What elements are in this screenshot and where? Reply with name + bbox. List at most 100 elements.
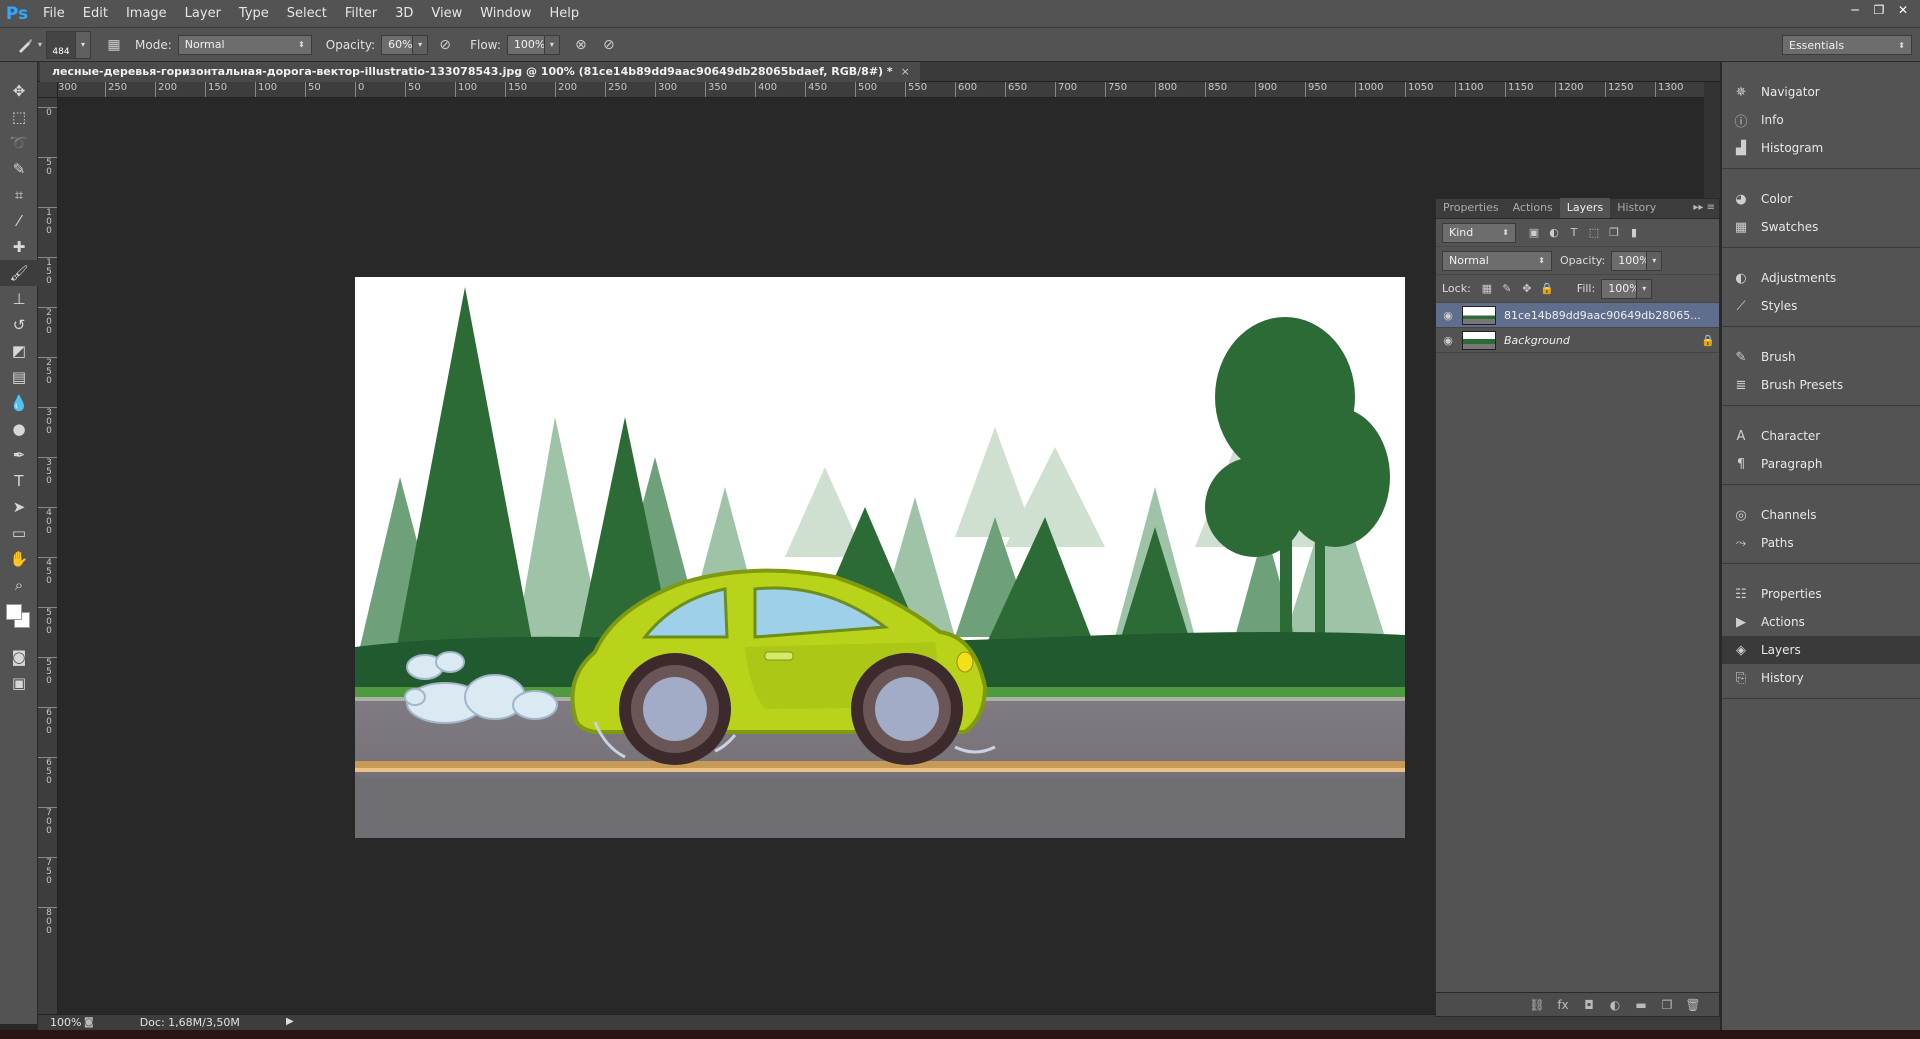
menu-file[interactable]: File (34, 0, 74, 28)
workspace-switcher[interactable]: Essentials ⬍ (1782, 35, 1912, 55)
rectangle-tool-icon[interactable]: ▭ (0, 520, 38, 546)
eye-icon[interactable]: ◉ (1436, 309, 1460, 322)
flow-field[interactable]: 100% (506, 34, 545, 55)
fill-dropdown[interactable]: ▾ (1636, 278, 1653, 299)
filter-smart-object-icon[interactable]: ❐ (1604, 223, 1624, 243)
filter-shape-icon[interactable]: ⬚ (1584, 223, 1604, 243)
zoom-level[interactable]: 100% (38, 1016, 84, 1029)
zoom-tool-icon[interactable]: ⌕ (0, 572, 38, 598)
dock-item-adjustments[interactable]: ◐ Adjustments (1722, 264, 1920, 292)
healing-brush-tool-icon[interactable]: ✚ (0, 234, 38, 260)
type-tool-icon[interactable]: T (0, 468, 38, 494)
menu-edit[interactable]: Edit (74, 0, 117, 28)
pen-tool-icon[interactable]: ✒ (0, 442, 38, 468)
layer-name[interactable]: 81ce14b89dd9aac90649db28065... (1504, 309, 1719, 322)
menu-3d[interactable]: 3D (386, 0, 422, 28)
dock-item-brush-presets[interactable]: ≣ Brush Presets (1722, 371, 1920, 399)
dock-item-swatches[interactable]: ▦ Swatches (1722, 213, 1920, 241)
quick-selection-tool-icon[interactable]: ✎ (0, 156, 38, 182)
fill-field[interactable]: 100% (1601, 278, 1640, 299)
eraser-tool-icon[interactable]: ◩ (0, 338, 38, 364)
clone-stamp-tool-icon[interactable]: ⊥ (0, 286, 38, 312)
dock-item-history[interactable]: ⎘ History (1722, 664, 1920, 692)
adjustment-layer-icon[interactable]: ◐ (1605, 995, 1625, 1015)
menu-help[interactable]: Help (541, 0, 589, 28)
filter-adjustment-icon[interactable]: ◐ (1544, 223, 1564, 243)
brush-panel-toggle-icon[interactable]: ▦ (103, 34, 125, 56)
lock-position-icon[interactable]: ✥ (1517, 279, 1537, 299)
lock-transparent-icon[interactable]: ▦ (1477, 279, 1497, 299)
pressure-opacity-icon[interactable]: ⊘ (434, 34, 456, 56)
brush-tool-preset-icon[interactable] (14, 34, 36, 56)
layer-row-top[interactable]: ◉ 81ce14b89dd9aac90649db28065... (1436, 303, 1719, 328)
path-selection-tool-icon[interactable]: ➤ (0, 494, 38, 520)
dock-item-paragraph[interactable]: ¶ Paragraph (1722, 450, 1920, 478)
blur-tool-icon[interactable]: 💧 (0, 390, 38, 416)
trash-icon[interactable]: 🗑 (1683, 995, 1703, 1015)
blend-mode-select[interactable]: Normal ⬍ (1442, 250, 1552, 271)
filter-type-icon[interactable]: T (1564, 223, 1584, 243)
lock-all-icon[interactable]: 🔒 (1537, 279, 1557, 299)
minimize-button[interactable]: ─ (1844, 2, 1866, 18)
brush-tool-icon[interactable]: 🖌 (0, 260, 38, 286)
restore-button[interactable]: ❐ (1868, 2, 1890, 18)
opacity-dropdown[interactable]: ▾ (412, 34, 429, 55)
layer-style-icon[interactable]: fx (1553, 995, 1573, 1015)
dock-item-layers[interactable]: ◈ Layers (1722, 636, 1920, 664)
menu-window[interactable]: Window (471, 0, 540, 28)
dock-item-properties[interactable]: ☷ Properties (1722, 580, 1920, 608)
layer-name[interactable]: Background (1504, 334, 1697, 347)
dock-item-channels[interactable]: ◎ Channels (1722, 501, 1920, 529)
brush-size-dropdown[interactable]: ▾ (75, 30, 92, 59)
layer-opacity-dropdown[interactable]: ▾ (1646, 250, 1663, 271)
menu-image[interactable]: Image (117, 0, 176, 28)
document-tab[interactable]: лесные-деревья-горизонтальная-дорога-век… (40, 62, 920, 82)
link-layers-icon[interactable]: ⛓ (1527, 995, 1547, 1015)
layer-opacity-field[interactable]: 100% (1611, 250, 1650, 271)
move-tool-icon[interactable]: ✥ (0, 78, 38, 104)
eye-icon[interactable]: ◉ (1436, 334, 1460, 347)
opacity-field[interactable]: 60% (381, 34, 414, 55)
add-mask-icon[interactable]: ◘ (1579, 995, 1599, 1015)
panel-menu-icon[interactable]: ▸▸ ≡ (1693, 202, 1715, 213)
pressure-size-icon[interactable]: ⊘ (598, 34, 620, 56)
filter-kind-select[interactable]: Kind ⬍ (1442, 222, 1516, 243)
tab-actions[interactable]: Actions (1506, 198, 1560, 218)
screen-mode-icon[interactable]: ▣ (0, 670, 38, 696)
hand-tool-icon[interactable]: ✋ (0, 546, 38, 572)
new-layer-icon[interactable]: ❐ (1657, 995, 1677, 1015)
gradient-tool-icon[interactable]: ▤ (0, 364, 38, 390)
menu-layer[interactable]: Layer (176, 0, 230, 28)
dock-item-styles[interactable]: ⟋ Styles (1722, 292, 1920, 320)
close-document-icon[interactable]: × (901, 65, 910, 78)
tab-layers[interactable]: Layers (1559, 198, 1611, 218)
lasso-tool-icon[interactable]: ➰ (0, 130, 38, 156)
filter-toggle-icon[interactable]: ▮ (1624, 223, 1644, 243)
status-info-icon[interactable]: ◙ (84, 1017, 94, 1028)
marquee-tool-icon[interactable]: ⬚ (0, 104, 38, 130)
tab-history[interactable]: History (1610, 198, 1663, 218)
foreground-color[interactable] (6, 604, 22, 620)
document-canvas-image[interactable] (355, 277, 1405, 838)
eyedropper-tool-icon[interactable]: ⁄ (0, 208, 38, 234)
new-group-icon[interactable]: ▬ (1631, 995, 1651, 1015)
history-brush-tool-icon[interactable]: ↺ (0, 312, 38, 338)
close-window-button[interactable]: ✕ (1892, 2, 1914, 18)
brush-size-picker[interactable]: 484 (46, 30, 77, 59)
dock-item-actions[interactable]: ▶ Actions (1722, 608, 1920, 636)
tab-properties[interactable]: Properties (1436, 198, 1506, 218)
crop-tool-icon[interactable]: ⌗ (0, 182, 38, 208)
mode-select[interactable]: Normal ⬍ (177, 34, 312, 55)
dodge-tool-icon[interactable]: ● (0, 416, 38, 442)
dock-item-navigator[interactable]: ✵ Navigator (1722, 78, 1920, 106)
airbrush-icon[interactable]: ⊗ (570, 34, 592, 56)
layer-row-background[interactable]: ◉ Background 🔒 (1436, 328, 1719, 353)
status-menu-arrow-icon[interactable]: ▶ (286, 1016, 294, 1027)
dock-item-character[interactable]: A Character (1722, 422, 1920, 450)
quick-mask-icon[interactable]: ◙ (0, 644, 38, 670)
menu-view[interactable]: View (422, 0, 471, 28)
dock-item-histogram[interactable]: ▟ Histogram (1722, 134, 1920, 162)
dock-item-info[interactable]: ⓘ Info (1722, 106, 1920, 134)
color-swatches[interactable] (0, 598, 38, 644)
flow-dropdown[interactable]: ▾ (543, 34, 560, 55)
